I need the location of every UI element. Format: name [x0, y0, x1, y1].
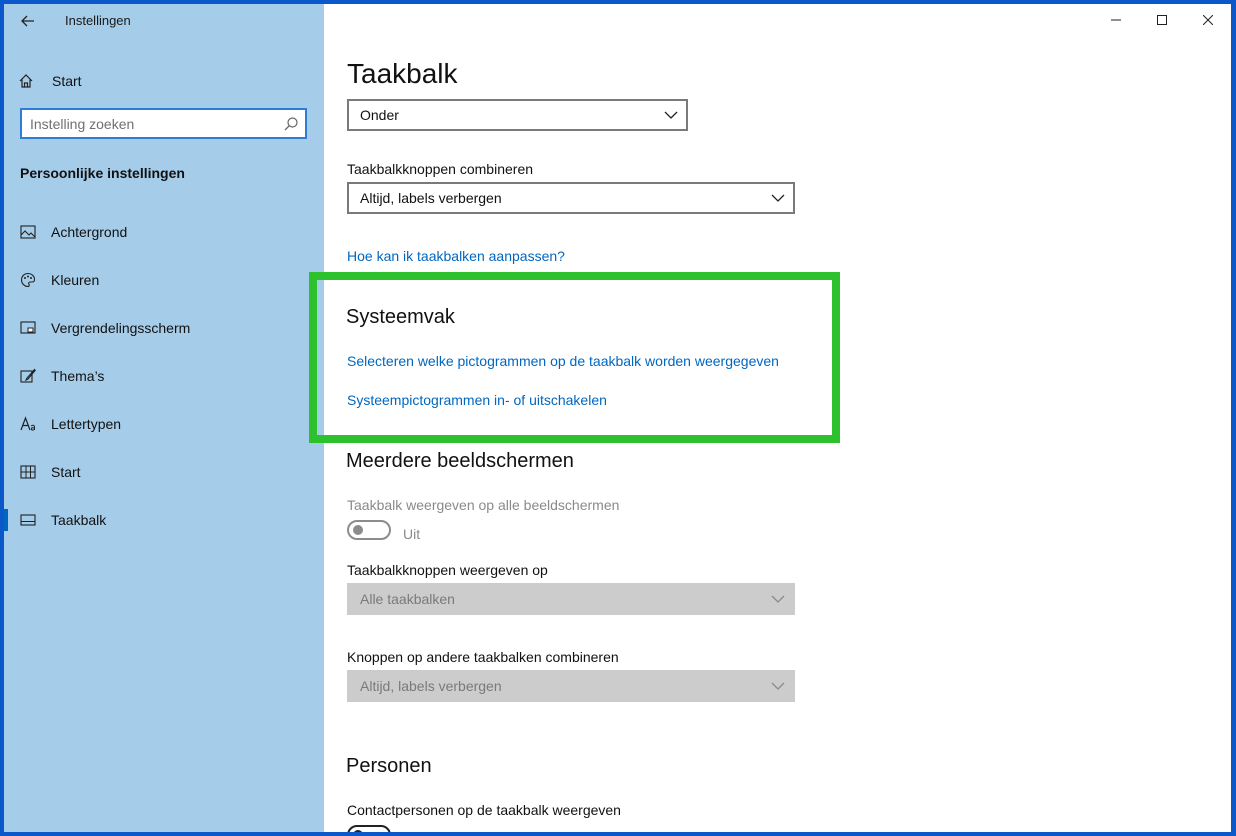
section-title: Persoonlijke instellingen	[20, 165, 185, 181]
select-icons-link[interactable]: Selecteren welke pictogrammen op de taak…	[347, 353, 779, 369]
chevron-down-icon	[664, 111, 678, 119]
sidebar-item-label: Achtergrond	[51, 224, 128, 240]
home-label: Start	[52, 73, 82, 89]
app-title: Instellingen	[65, 13, 131, 28]
maximize-icon	[1157, 15, 1167, 25]
combine-dropdown[interactable]: Altijd, labels verbergen	[347, 182, 795, 214]
dropdown-value: Altijd, labels verbergen	[360, 678, 502, 694]
show-all-displays-label: Taakbalk weergeven op alle beeldschermen	[347, 497, 620, 513]
title-bar: Instellingen	[4, 4, 324, 36]
sidebar-nav: Achtergrond Kleuren Vergrendelingsscherm…	[4, 208, 324, 544]
combine-label: Taakbalkknoppen combineren	[347, 161, 534, 177]
page-title: Taakbalk	[347, 58, 458, 89]
sidebar-item-label: Vergrendelingsscherm	[51, 320, 191, 336]
toggle-knob	[353, 830, 363, 832]
palette-icon	[19, 271, 37, 289]
help-link[interactable]: Hoe kan ik taakbalken aanpassen?	[347, 248, 565, 264]
taskbar-position-dropdown[interactable]: Onder	[347, 99, 688, 131]
font-icon	[19, 415, 37, 433]
taskbar-icon	[19, 511, 37, 529]
home-icon	[19, 74, 33, 88]
sidebar: Instellingen Start Persoonlijke instelli…	[4, 4, 324, 832]
chevron-down-icon	[771, 682, 785, 690]
settings-window: Instellingen Start Persoonlijke instelli…	[4, 4, 1231, 832]
sidebar-item-label: Lettertypen	[51, 416, 122, 432]
lock-screen-icon	[19, 319, 37, 337]
window-controls	[1093, 4, 1231, 36]
sidebar-item-themas[interactable]: Thema’s	[4, 352, 324, 400]
home-link[interactable]: Start	[18, 68, 82, 94]
sidebar-item-label: Start	[51, 464, 81, 480]
dropdown-value: Altijd, labels verbergen	[360, 190, 502, 206]
back-button[interactable]	[16, 10, 40, 32]
theme-brush-icon	[19, 367, 37, 385]
chevron-down-icon	[771, 595, 785, 603]
picture-icon	[19, 223, 37, 241]
show-all-displays-toggle[interactable]	[347, 520, 391, 540]
sidebar-item-label: Thema’s	[51, 368, 105, 384]
people-heading: Personen	[346, 755, 432, 777]
close-button[interactable]	[1185, 4, 1231, 36]
sidebar-item-vergrendelingsscherm[interactable]: Vergrendelingsscherm	[4, 304, 324, 352]
sidebar-item-lettertypen[interactable]: Lettertypen	[4, 400, 324, 448]
maximize-button[interactable]	[1139, 4, 1185, 36]
show-buttons-dropdown[interactable]: Alle taakbalken	[347, 583, 795, 615]
sidebar-item-start[interactable]: Start	[4, 448, 324, 496]
combine-other-label: Knoppen op andere taakbalken combineren	[347, 649, 619, 665]
system-icons-link[interactable]: Systeempictogrammen in- of uitschakelen	[347, 392, 607, 408]
system-tray-heading: Systeemvak	[346, 306, 455, 328]
toggle-state-label: Uit	[403, 526, 421, 542]
multi-display-heading: Meerdere beeldschermen	[346, 450, 574, 472]
dropdown-value: Alle taakbalken	[360, 591, 455, 607]
contacts-toggle[interactable]	[347, 825, 391, 832]
sidebar-item-taakbalk[interactable]: Taakbalk	[4, 496, 324, 544]
sidebar-item-label: Taakbalk	[51, 512, 107, 528]
toggle-knob	[353, 525, 363, 535]
start-tiles-icon	[19, 463, 37, 481]
search-box[interactable]	[20, 108, 307, 139]
sidebar-item-kleuren[interactable]: Kleuren	[4, 256, 324, 304]
close-icon	[1203, 15, 1213, 25]
dropdown-value: Onder	[360, 107, 399, 123]
active-indicator	[4, 509, 8, 531]
show-buttons-label: Taakbalkknoppen weergeven op	[347, 562, 548, 578]
contacts-label: Contactpersonen op de taakbalk weergeven	[347, 802, 621, 818]
search-icon[interactable]	[283, 116, 299, 132]
minimize-button[interactable]	[1093, 4, 1139, 36]
main-content: Taakbalk Onder Taakbalkknoppen combinere…	[309, 4, 1231, 832]
back-arrow-icon	[21, 15, 34, 27]
sidebar-item-achtergrond[interactable]: Achtergrond	[4, 208, 324, 256]
sidebar-item-label: Kleuren	[51, 272, 100, 288]
minimize-icon	[1111, 19, 1121, 21]
chevron-down-icon	[771, 194, 785, 202]
combine-other-dropdown[interactable]: Altijd, labels verbergen	[347, 670, 795, 702]
search-input[interactable]	[30, 113, 270, 134]
